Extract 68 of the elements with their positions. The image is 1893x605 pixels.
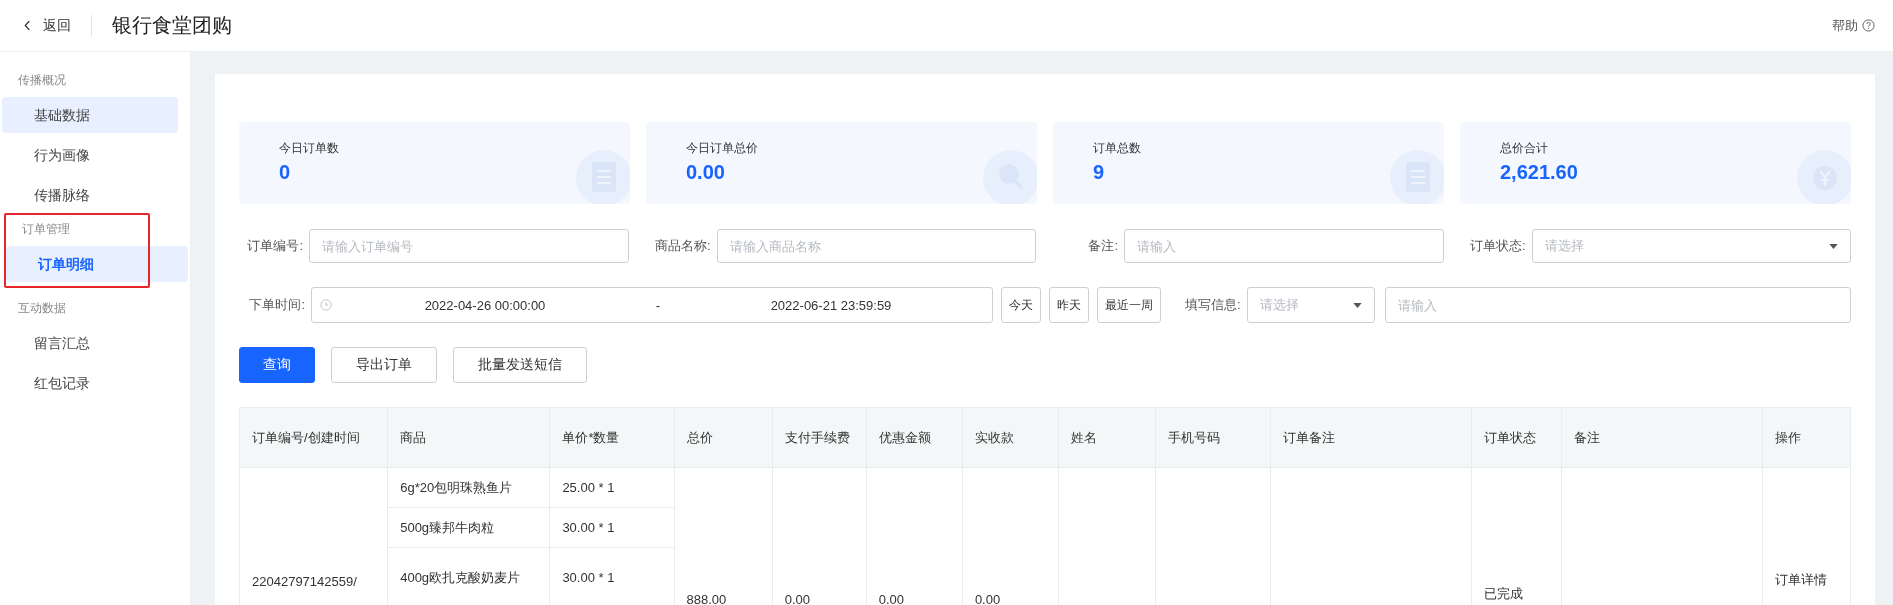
table-cell: 30.00 * 1	[562, 570, 615, 585]
sidebar-section-title: 互动数据	[17, 300, 67, 317]
column-header: 总价	[674, 408, 773, 468]
filter-label: 订单编号:	[246, 237, 303, 255]
table-cell: 0.00	[784, 592, 810, 605]
stat-label: 今日订单总价	[686, 140, 759, 157]
sidebar-item[interactable]: 留言汇总	[2, 325, 178, 361]
stat-value: 0.00	[686, 161, 726, 184]
filter-label: 商品名称:	[653, 237, 711, 255]
sidebar-item[interactable]: 基础数据	[2, 97, 178, 133]
filter-label: 备注:	[1087, 237, 1118, 255]
input-field[interactable]: 请输入	[1384, 287, 1851, 323]
table-cell: 25.00 * 1	[562, 480, 615, 495]
chevron-left-icon	[24, 20, 31, 31]
dropdown-caret-icon	[1352, 302, 1362, 308]
filter-label: 订单状态:	[1468, 237, 1526, 255]
stat-value: 0	[279, 161, 292, 184]
sidebar-section-title: 传播概况	[17, 72, 67, 89]
help-icon	[1862, 19, 1875, 32]
table-cell: 22042797142559/	[252, 574, 357, 589]
filter-label: 下单时间:	[248, 296, 305, 314]
column-header: 单价*数量	[550, 408, 675, 468]
order-detail-link[interactable]: 订单详情	[1774, 571, 1827, 589]
dropdown-caret-icon	[1829, 243, 1838, 249]
back-link[interactable]: 返回	[24, 16, 71, 35]
quick-date-button[interactable]: 昨天	[1049, 287, 1089, 323]
table-cell: 400g欧扎克酸奶麦片	[400, 568, 521, 587]
stat-label: 今日订单数	[279, 140, 340, 157]
action-button[interactable]: 批量发送短信	[453, 347, 587, 383]
input-field[interactable]: 请输入	[1124, 229, 1444, 263]
table-cell: 0.00	[878, 592, 905, 605]
table-cell: 0.00	[974, 592, 1001, 605]
status-text: 已完成	[1483, 585, 1523, 603]
input-field[interactable]: 请输入商品名称	[716, 229, 1036, 263]
stat-label: 订单总数	[1093, 140, 1142, 157]
column-header: 实收款	[962, 408, 1059, 468]
column-header: 手机号码	[1156, 408, 1272, 468]
table-cell: 6g*20包明珠熟鱼片	[400, 478, 513, 497]
column-header: 优惠金额	[866, 408, 963, 468]
quick-date-button[interactable]: 最近一周	[1097, 287, 1161, 323]
column-header: 姓名	[1059, 408, 1157, 468]
column-header: 备注	[1561, 408, 1763, 468]
help-link[interactable]: 帮助	[1832, 16, 1875, 35]
column-header: 支付手续费	[772, 408, 867, 468]
sidebar-item[interactable]: 行为画像	[2, 137, 178, 173]
column-header: 订单编号/创建时间	[240, 408, 389, 468]
table-cell: 888.00	[686, 592, 727, 605]
date-range-field[interactable]: 2022-04-26 00:00:00 - 2022-06-21 23:59:59	[311, 287, 993, 323]
stat-value: 2,621.60	[1500, 161, 1579, 184]
sidebar-section-title: 订单管理	[21, 221, 71, 238]
sidebar-item[interactable]: 红包记录	[2, 365, 178, 401]
filter-label: 填写信息:	[1185, 296, 1241, 314]
sidebar-item[interactable]: 订单明细	[6, 246, 188, 282]
action-button[interactable]: 导出订单	[331, 347, 437, 383]
column-header: 订单状态	[1471, 408, 1562, 468]
column-header: 商品	[388, 408, 551, 468]
table-cell: 500g臻邦牛肉粒	[400, 518, 495, 537]
input-field[interactable]: 请输入订单编号	[309, 229, 629, 263]
column-header: 订单备注	[1271, 408, 1472, 468]
quick-date-button[interactable]: 今天	[1001, 287, 1041, 323]
sidebar-item[interactable]: 传播脉络	[2, 177, 178, 213]
stat-value: 9	[1093, 161, 1106, 184]
page-title: 银行食堂团购	[112, 13, 232, 38]
table-cell: 30.00 * 1	[562, 520, 615, 535]
clock-icon	[320, 299, 332, 311]
query-button[interactable]: 查询	[239, 347, 315, 383]
column-header: 操作	[1762, 408, 1851, 468]
stat-label: 总价合计	[1500, 140, 1549, 157]
